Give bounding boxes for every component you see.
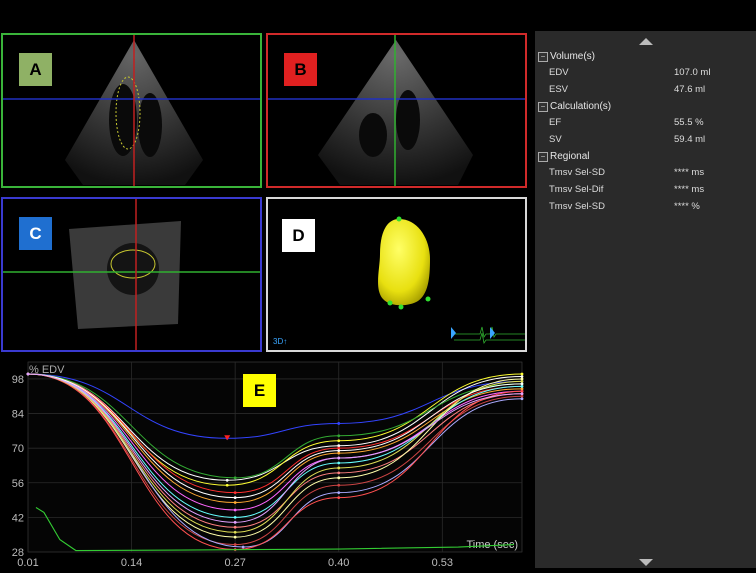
measurement-label: EDV <box>549 67 569 78</box>
view-d-tag: D <box>282 219 315 252</box>
y-tick-label: 98 <box>12 374 24 386</box>
measurement-value: 47.6 ml <box>674 84 706 95</box>
curve-point <box>233 491 237 495</box>
measurement-label: Tmsv Sel-SD <box>549 201 605 212</box>
view-a-tag: A <box>19 53 52 86</box>
measurement-value: 107.0 ml <box>674 67 711 78</box>
curve-point <box>233 476 237 480</box>
volume-curve-chart: 98 84 70 56 42 28 0.01 0.14 0.27 0.40 0.53% EDV Tim… <box>0 356 531 569</box>
curve-point <box>233 543 237 546</box>
y-tick-label: 84 <box>12 409 24 421</box>
curve-point <box>520 397 524 401</box>
view-e-tag: E <box>243 374 276 407</box>
curve-point <box>337 491 341 495</box>
curve-point <box>337 466 341 470</box>
curve-point <box>233 520 237 524</box>
curve-point <box>233 535 237 539</box>
curve-point <box>520 389 524 393</box>
curve-point <box>337 449 341 453</box>
curve-point <box>337 434 341 438</box>
section-title: Regional <box>550 151 590 162</box>
measurement-value: **** ms <box>674 184 705 195</box>
x-tick-label: 0.01 <box>17 557 38 568</box>
section-header[interactable]: − Regional <box>538 151 589 162</box>
curve-point <box>337 446 341 450</box>
curve-point <box>520 382 524 386</box>
x-tick-label: 0.53 <box>432 557 453 568</box>
measurement-value: **** % <box>674 201 700 212</box>
lv-3d-model <box>378 219 430 306</box>
curve-point <box>26 372 30 376</box>
curve-point <box>520 392 524 396</box>
section-header[interactable]: − Calculation(s) <box>538 101 611 112</box>
section-title: Calculation(s) <box>550 101 612 112</box>
triangle-up-icon <box>638 37 653 45</box>
y-tick-label: 70 <box>12 443 24 455</box>
measurement-value: **** ms <box>674 167 705 178</box>
curve-point <box>520 375 524 378</box>
curve-point <box>241 545 245 549</box>
curve-point <box>337 444 341 448</box>
view-a-apical-4ch[interactable]: A <box>1 33 262 188</box>
curve-point <box>520 380 524 383</box>
curve-point <box>337 451 341 455</box>
triangle-down-icon <box>638 558 653 566</box>
view-c-short-axis[interactable]: C <box>1 197 262 352</box>
section-title: Volume(s) <box>550 51 596 62</box>
measurement-panel: − Volume(s) EDV 107.0 ml ESV 47.6 ml − Calculat… <box>535 31 756 568</box>
collapse-icon[interactable]: − <box>538 101 548 112</box>
measurement-label: ESV <box>549 84 569 95</box>
measurement-value: 55.5 % <box>674 117 704 128</box>
collapse-icon[interactable]: − <box>538 151 548 162</box>
curve-point <box>337 476 341 480</box>
marker-start-icon <box>451 327 456 339</box>
curve-point <box>233 501 237 504</box>
measurement-label: EF <box>549 117 562 128</box>
measurement-value: 59.4 ml <box>674 134 706 145</box>
scroll-down-button[interactable] <box>535 556 756 568</box>
view-c-tag: C <box>19 217 52 250</box>
mode-3d-label[interactable]: 3D↑ <box>273 337 287 346</box>
curve-point <box>520 394 524 398</box>
curve-point <box>233 515 237 519</box>
curve-point <box>337 439 341 443</box>
y-tick-label: 56 <box>12 478 24 490</box>
measurement-label: Tmsv Sel-SD <box>549 167 605 178</box>
curve-point <box>233 525 237 529</box>
curve-point <box>337 483 341 487</box>
x-tick-label: 0.40 <box>328 557 349 568</box>
view-b-apical-2ch[interactable]: B <box>266 33 527 188</box>
curve-point <box>520 387 524 391</box>
curve-point <box>233 530 237 534</box>
curve-point <box>337 456 341 460</box>
curve-point <box>233 508 237 512</box>
measurement-label: Tmsv Sel-Dif <box>549 184 604 195</box>
x-tick-label: 0.14 <box>121 557 142 568</box>
y-tick-label: 42 <box>12 512 24 524</box>
curve-point <box>337 471 341 475</box>
curve-point <box>233 496 237 500</box>
x-tick-label: 0.27 <box>224 557 245 568</box>
curve-point <box>337 496 341 500</box>
measurement-label: SV <box>549 134 562 145</box>
curve-point <box>225 478 229 482</box>
curve-point <box>520 377 524 381</box>
curve-point <box>337 422 341 425</box>
scroll-up-button[interactable] <box>535 35 756 47</box>
curve-point <box>225 483 229 487</box>
curve-point <box>520 384 524 388</box>
view-b-tag: B <box>284 53 317 86</box>
view-d-3d-model[interactable]: D 3D↑ <box>266 197 527 352</box>
curve-point <box>520 372 524 376</box>
section-header[interactable]: − Volume(s) <box>538 51 595 62</box>
collapse-icon[interactable]: − <box>538 51 548 62</box>
curve-point <box>337 461 341 465</box>
